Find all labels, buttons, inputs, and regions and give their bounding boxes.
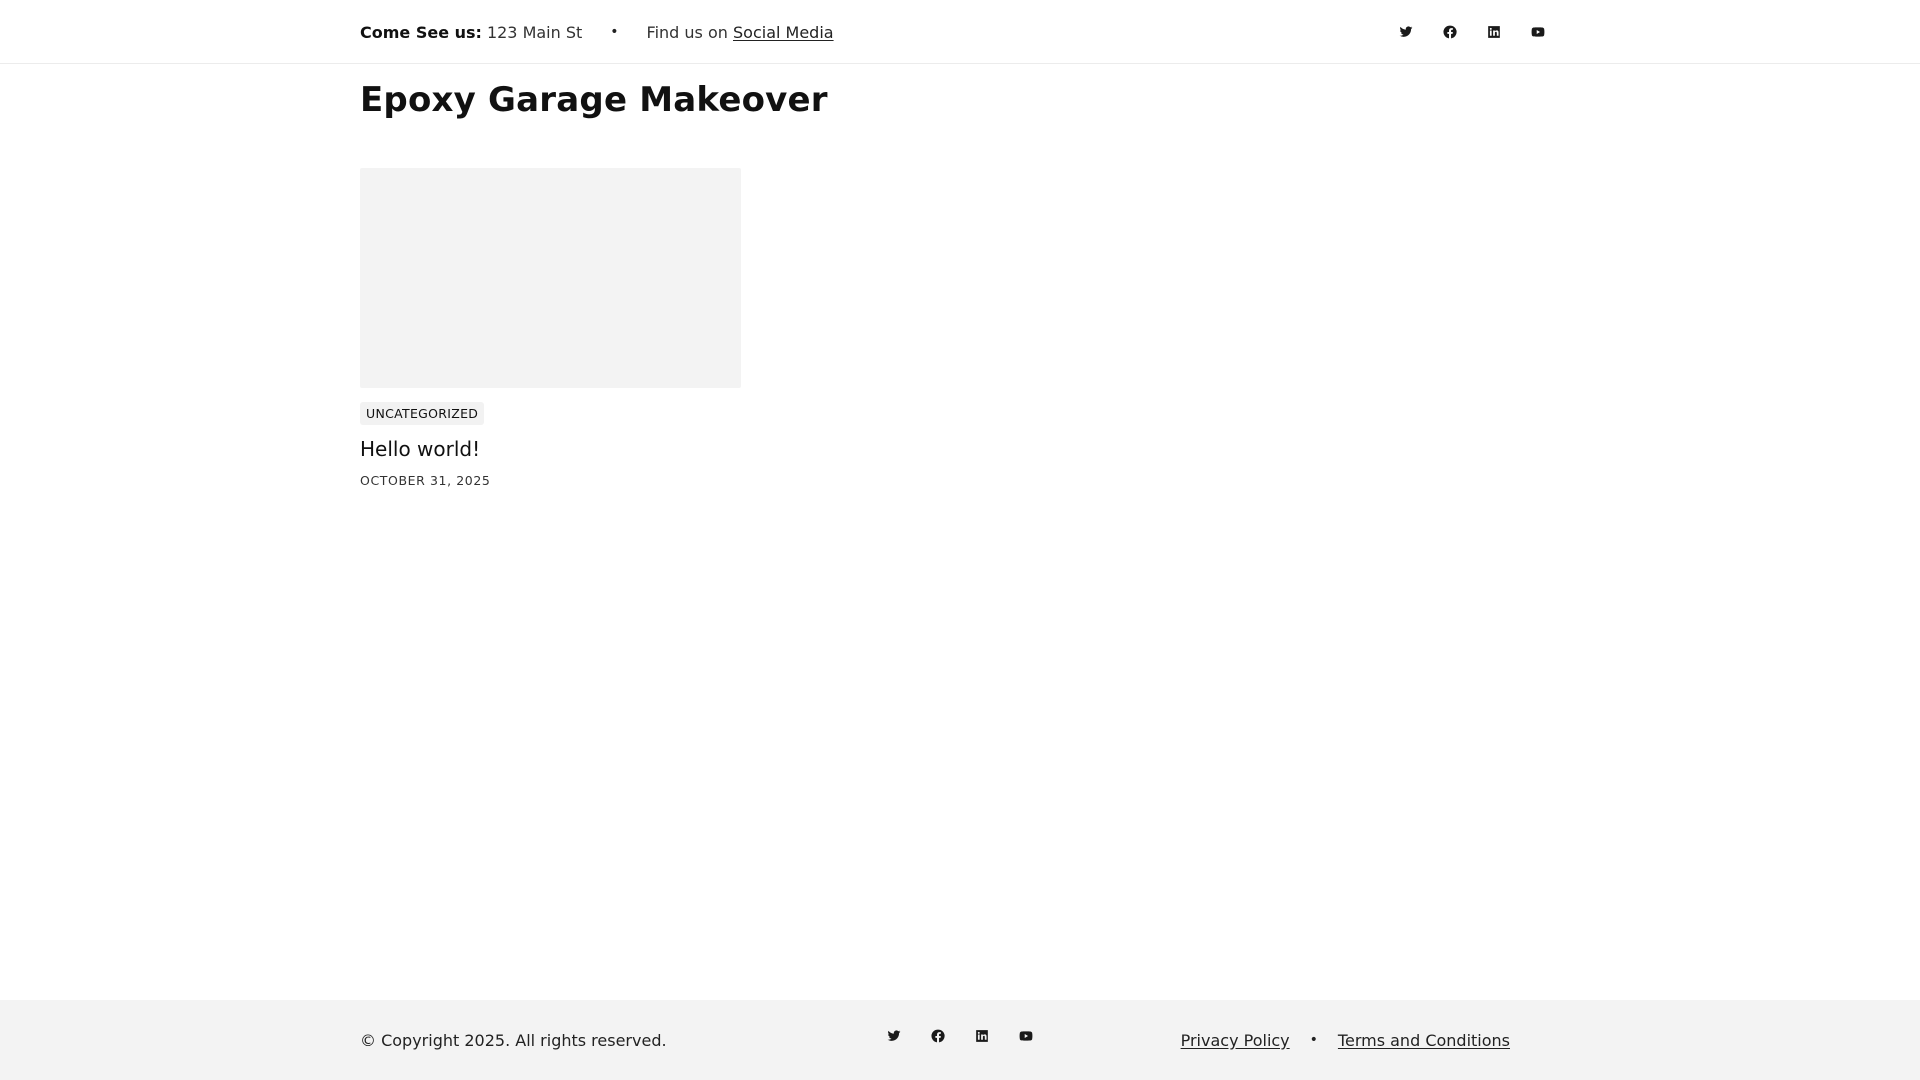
post-thumbnail[interactable] — [360, 168, 741, 388]
terms-link[interactable]: Terms and Conditions — [1338, 1031, 1510, 1050]
find-us-prefix: Find us on — [646, 22, 728, 42]
facebook-icon[interactable] — [1428, 10, 1472, 54]
site-footer: © Copyright 2025. All rights reserved. P… — [0, 1000, 1920, 1080]
separator-dot: • — [1309, 1032, 1318, 1048]
top-bar-inner: Come See us: 123 Main St • Find us on So… — [360, 0, 1560, 64]
social-media-link[interactable]: Social Media — [733, 23, 834, 42]
post-category-badge[interactable]: UNCATEGORIZED — [360, 402, 485, 425]
youtube-icon[interactable] — [1516, 10, 1560, 54]
header-social-links — [1384, 0, 1560, 64]
top-bar: Come See us: 123 Main St • Find us on So… — [0, 0, 1920, 64]
contact-info: Come See us: 123 Main St • Find us on So… — [360, 23, 834, 42]
post-date: OCTOBER 31, 2025 — [360, 473, 491, 488]
separator-dot: • — [610, 24, 619, 40]
twitter-icon[interactable] — [872, 1014, 916, 1058]
footer-social-links — [872, 1014, 1048, 1058]
twitter-icon[interactable] — [1384, 10, 1428, 54]
youtube-icon[interactable] — [1004, 1014, 1048, 1058]
post-card: UNCATEGORIZED Hello world! OCTOBER 31, 2… — [360, 168, 741, 488]
address-value: 123 Main St — [486, 22, 583, 42]
facebook-icon[interactable] — [916, 1014, 960, 1058]
page-title: Epoxy Garage Makeover — [360, 80, 828, 120]
privacy-policy-link[interactable]: Privacy Policy — [1181, 1031, 1290, 1050]
linkedin-icon[interactable] — [1472, 10, 1516, 54]
post-title-link[interactable]: Hello world! — [360, 437, 741, 461]
linkedin-icon[interactable] — [960, 1014, 1004, 1058]
footer-links: Privacy Policy • Terms and Conditions — [1181, 1000, 1510, 1080]
footer-inner: © Copyright 2025. All rights reserved. P… — [360, 1000, 1510, 1080]
address-label: Come See us: — [360, 22, 482, 42]
copyright-text: © Copyright 2025. All rights reserved. — [360, 1030, 667, 1050]
